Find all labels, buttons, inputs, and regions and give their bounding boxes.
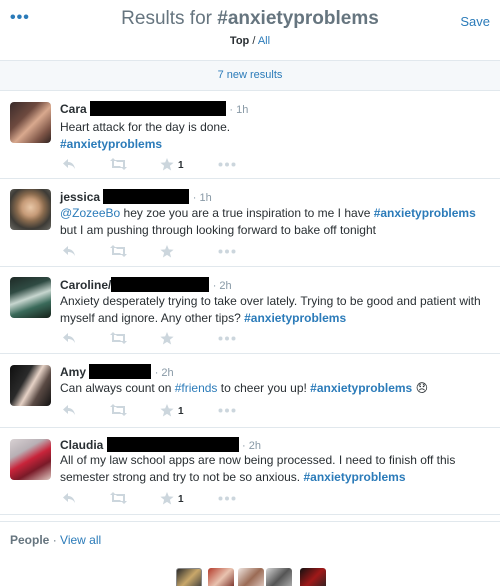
- tweet-time[interactable]: · 1h: [229, 104, 248, 116]
- tweet-actions: [60, 245, 280, 261]
- reply-icon[interactable]: [62, 158, 76, 170]
- reply-icon[interactable]: [62, 245, 76, 257]
- save-search-button[interactable]: Save: [460, 14, 490, 29]
- more-icon[interactable]: [218, 336, 236, 341]
- hashtag-link[interactable]: #friends: [175, 381, 218, 395]
- tweet-author[interactable]: Amy: [60, 365, 86, 379]
- disappointed-face-emoji: 😞: [415, 381, 429, 395]
- hashtag-link[interactable]: #anxietyproblems: [60, 137, 162, 151]
- tweet[interactable]: Cara · 1h Heart attack for the day is do…: [0, 92, 500, 179]
- tweet-actions: 1: [60, 492, 280, 508]
- search-query: #anxietyproblems: [217, 8, 379, 29]
- people-avatar[interactable]: [176, 568, 202, 586]
- tweet-author[interactable]: jessica: [60, 190, 100, 204]
- favorite-star-icon[interactable]: [160, 492, 174, 505]
- redacted-handle: [106, 437, 239, 452]
- redacted-handle: [103, 189, 190, 204]
- hashtag-link[interactable]: #anxietyproblems: [303, 470, 405, 484]
- people-avatar[interactable]: [266, 568, 292, 586]
- favorite-count: 1: [178, 494, 184, 505]
- tweet[interactable]: Caroline/ · 2h Anxiety desperately tryin…: [0, 267, 500, 354]
- tweet-text: All of my law school apps are now being …: [60, 452, 492, 486]
- people-avatar[interactable]: [300, 568, 326, 586]
- redacted-handle: [111, 277, 210, 292]
- redacted-handle: [90, 101, 227, 116]
- filter-separator: /: [249, 35, 258, 47]
- more-icon[interactable]: [218, 496, 236, 501]
- hashtag-link[interactable]: #anxietyproblems: [374, 206, 476, 220]
- tweet-text: Anxiety desperately trying to take over …: [60, 293, 492, 327]
- people-title: People: [10, 533, 50, 547]
- tweet[interactable]: Claudia · 2h All of my law school apps a…: [0, 428, 500, 515]
- mention-link[interactable]: @ZozeeBo: [60, 206, 120, 220]
- favorite-star-icon[interactable]: [160, 404, 174, 417]
- tweet-header: Claudia · 2h: [60, 437, 261, 452]
- avatar[interactable]: [10, 277, 51, 318]
- tweet-header: Caroline/ · 2h: [60, 277, 232, 292]
- tweet-time[interactable]: · 1h: [193, 192, 212, 204]
- favorite-star-icon[interactable]: [160, 158, 174, 171]
- people-avatar[interactable]: [238, 568, 264, 586]
- more-icon[interactable]: [218, 408, 236, 413]
- tweet-author[interactable]: Claudia: [60, 438, 103, 452]
- tweet-author[interactable]: Caroline/: [60, 278, 111, 292]
- people-avatar[interactable]: [208, 568, 234, 586]
- tweet-time[interactable]: · 2h: [155, 367, 174, 379]
- tweet-actions: 1: [60, 404, 280, 420]
- tweet[interactable]: Amy · 2h Can always count on #friends to…: [0, 354, 500, 428]
- tweet[interactable]: jessica · 1h @ZozeeBo hey zoe you are a …: [0, 179, 500, 267]
- title-prefix: Results for: [121, 8, 218, 29]
- tweet-text: @ZozeeBo hey zoe you are a true inspirat…: [60, 205, 492, 239]
- hashtag-link[interactable]: #anxietyproblems: [310, 381, 412, 395]
- tweet-text: Heart attack for the day is done. #anxie…: [60, 119, 492, 153]
- favorite-count: 1: [178, 406, 184, 417]
- text-segment: hey zoe you are a true inspiration to me…: [120, 206, 374, 220]
- more-icon[interactable]: [218, 249, 236, 254]
- tweet-text: Can always count on #friends to cheer yo…: [60, 380, 492, 397]
- tweet-actions: [60, 332, 280, 348]
- people-header: People · View all: [10, 533, 101, 547]
- people-section: People · View all: [0, 521, 500, 586]
- new-results-bar[interactable]: 7 new results: [0, 60, 500, 91]
- reply-icon[interactable]: [62, 404, 76, 416]
- reply-icon[interactable]: [62, 332, 76, 344]
- retweet-icon[interactable]: [110, 245, 127, 257]
- more-icon[interactable]: [218, 162, 236, 167]
- text-segment: but I am pushing through looking forward…: [60, 223, 376, 237]
- tweet-header: Amy · 2h: [60, 364, 174, 379]
- favorite-count: 1: [178, 160, 184, 171]
- tweet-header: jessica · 1h: [60, 189, 212, 204]
- favorite-star-icon[interactable]: [160, 332, 174, 345]
- redacted-handle: [89, 364, 152, 379]
- avatar[interactable]: [10, 365, 51, 406]
- hashtag-link[interactable]: #anxietyproblems: [244, 311, 346, 325]
- tweet-header: Cara · 1h: [60, 101, 248, 116]
- tweet-time[interactable]: · 2h: [242, 440, 261, 452]
- avatar[interactable]: [10, 102, 51, 143]
- search-header: ••• Results for #anxietyproblems Save To…: [0, 0, 500, 58]
- avatar[interactable]: [10, 439, 51, 480]
- people-separator: ·: [49, 533, 61, 547]
- text-segment: Heart attack for the day is done.: [60, 120, 231, 134]
- avatar[interactable]: [10, 189, 51, 230]
- favorite-star-icon[interactable]: [160, 245, 174, 258]
- tweet-time[interactable]: · 2h: [213, 280, 232, 292]
- filter-all[interactable]: All: [258, 35, 270, 47]
- filter-top[interactable]: Top: [230, 35, 249, 47]
- text-segment: to cheer you up!: [217, 381, 311, 395]
- retweet-icon[interactable]: [110, 404, 127, 416]
- tweet-actions: 1: [60, 158, 280, 174]
- results-filter: Top / All: [0, 35, 500, 47]
- retweet-icon[interactable]: [110, 332, 127, 344]
- text-segment: Can always count on: [60, 381, 175, 395]
- retweet-icon[interactable]: [110, 492, 127, 504]
- tweet-author[interactable]: Cara: [60, 102, 87, 116]
- view-all-people-link[interactable]: View all: [60, 533, 101, 547]
- page-title: Results for #anxietyproblems: [0, 8, 500, 30]
- reply-icon[interactable]: [62, 492, 76, 504]
- retweet-icon[interactable]: [110, 158, 127, 170]
